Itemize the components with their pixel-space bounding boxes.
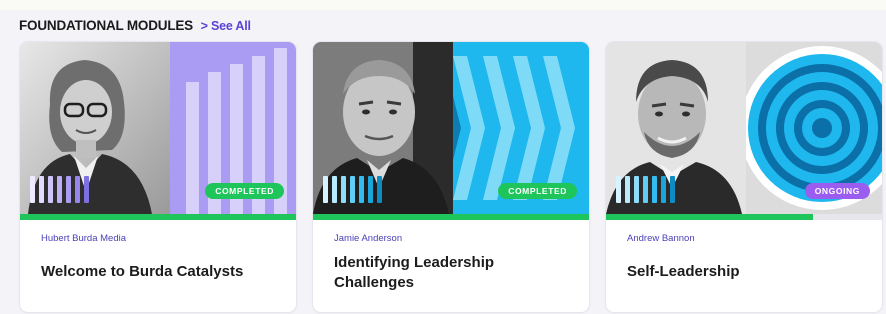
chevron-right-icon: >: [200, 19, 208, 33]
progress-bar-fill: [20, 214, 296, 220]
status-badge: COMPLETED: [498, 183, 577, 199]
progress-barcode-icon: [30, 176, 89, 203]
progress-bar-fill: [606, 214, 813, 220]
module-title: Identifying Leadership Challenges: [334, 254, 495, 291]
module-card[interactable]: COMPLETED Jamie Anderson Identifying Lea…: [313, 42, 589, 312]
progress-bar: [20, 214, 296, 220]
module-thumbnail: COMPLETED: [20, 42, 296, 214]
see-all-link[interactable]: > See All: [201, 19, 251, 33]
module-card[interactable]: ONGOING Andrew Bannon Self-Leadership: [606, 42, 882, 312]
progress-bar: [313, 214, 589, 220]
see-all-label: See All: [210, 19, 251, 33]
progress-bar-fill: [313, 214, 589, 220]
status-badge: COMPLETED: [205, 183, 284, 199]
module-author: Andrew Bannon: [627, 233, 695, 244]
module-thumbnail: COMPLETED: [313, 42, 589, 214]
progress-barcode-icon: [323, 176, 382, 203]
status-badge: ONGOING: [804, 183, 870, 199]
progress-barcode-icon: [616, 176, 675, 203]
module-card[interactable]: COMPLETED Hubert Burda Media Welcome to …: [20, 42, 296, 312]
module-thumbnail: ONGOING: [606, 42, 882, 214]
module-title: Self-Leadership: [627, 263, 740, 280]
foundational-modules-section: FOUNDATIONAL MODULES > See All COMPLETED…: [0, 0, 886, 314]
section-header: FOUNDATIONAL MODULES > See All: [19, 18, 251, 33]
progress-bar: [606, 214, 882, 220]
module-title: Welcome to Burda Catalysts: [41, 263, 244, 280]
section-title: FOUNDATIONAL MODULES: [19, 18, 193, 33]
module-author: Jamie Anderson: [334, 233, 403, 244]
module-author: Hubert Burda Media: [41, 233, 127, 244]
